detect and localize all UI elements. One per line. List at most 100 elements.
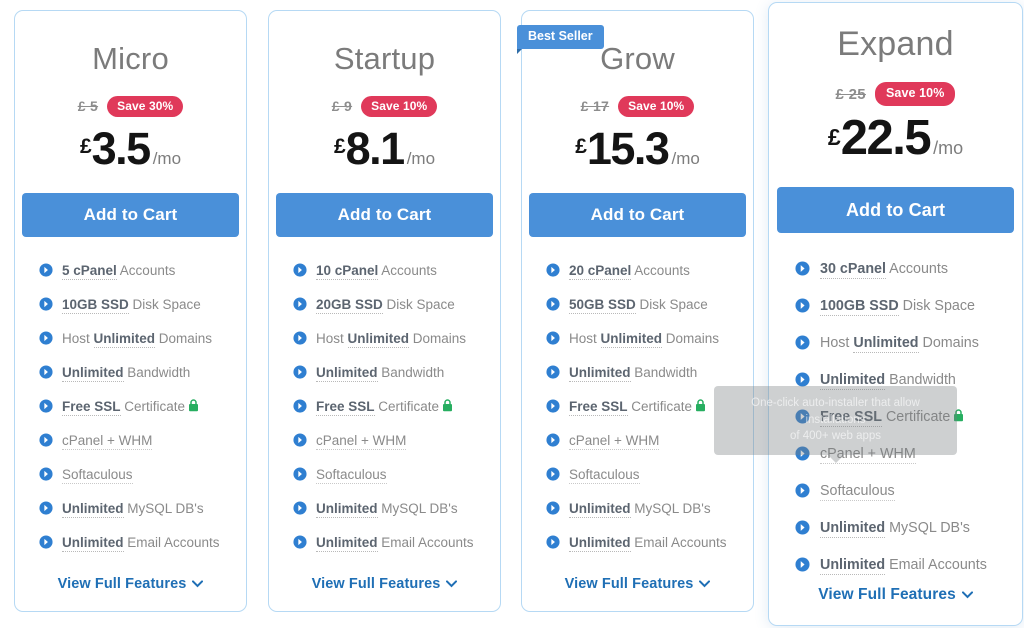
- feature-item: 30 cPanel Accounts: [795, 261, 1022, 280]
- price-discount-row: £ 25 Save 10%: [769, 82, 1022, 106]
- price-discount-row: £ 17 Save 10%: [522, 95, 753, 117]
- add-to-cart-button[interactable]: Add to Cart: [22, 193, 239, 237]
- feature-highlight: 30 cPanel: [820, 261, 886, 279]
- original-price: £ 25: [835, 85, 866, 103]
- arrow-circle-icon: [795, 372, 810, 391]
- plan-name: Startup: [333, 41, 436, 76]
- pricing-card-expand[interactable]: Expand £ 25 Save 10% £22.5/mo Add to Cart 30 …: [768, 2, 1023, 626]
- feature-suffix: Certificate: [374, 399, 440, 415]
- feature-prefix: Host: [62, 331, 94, 347]
- currency-symbol: £: [575, 135, 587, 158]
- feature-label: Softaculous: [569, 467, 640, 485]
- feature-item: Softaculous: [39, 467, 246, 485]
- feature-suffix: Accounts: [631, 263, 690, 278]
- arrow-circle-icon: [795, 298, 810, 317]
- save-badge: Save 10%: [618, 95, 695, 117]
- feature-item: Unlimited MySQL DB's: [795, 519, 1022, 539]
- current-price: £8.1/mo: [269, 126, 500, 171]
- feature-highlight: Unlimited: [569, 365, 631, 383]
- save-badge: Save 10%: [361, 95, 438, 117]
- save-badge: Save 10%: [874, 82, 956, 106]
- chevron-down-icon: [446, 577, 458, 591]
- arrow-circle-icon: [293, 501, 307, 519]
- arrow-circle-icon: [293, 297, 307, 315]
- padlock-icon: [953, 409, 964, 426]
- feature-label: Unlimited Email Accounts: [569, 535, 727, 553]
- feature-highlight: Unlimited: [569, 501, 631, 519]
- add-to-cart-button[interactable]: Add to Cart: [529, 193, 746, 237]
- feature-highlight: Free SSL: [316, 399, 375, 417]
- price-period: /mo: [406, 149, 436, 168]
- view-full-features-link[interactable]: View Full Features: [769, 586, 1022, 604]
- arrow-circle-icon: [795, 409, 810, 428]
- original-price: £ 9: [331, 98, 353, 114]
- arrow-circle-icon: [293, 433, 307, 451]
- feature-label: 30 cPanel Accounts: [820, 261, 948, 279]
- feature-highlight: Unlimited: [316, 365, 378, 383]
- feature-highlight: Free SSL: [62, 399, 121, 417]
- pricing-card-micro[interactable]: Micro £ 5 Save 30% £3.5/mo Add to Cart 5 cPan…: [14, 10, 247, 612]
- arrow-circle-icon: [293, 331, 307, 349]
- feature-highlight: Unlimited: [62, 501, 124, 519]
- feature-highlight: Unlimited: [569, 535, 631, 553]
- feature-highlight: Free SSL: [569, 399, 628, 417]
- feature-suffix: Accounts: [116, 263, 176, 278]
- feature-label: Unlimited Bandwidth: [62, 365, 190, 383]
- currency-symbol: £: [79, 135, 92, 158]
- feature-label: Free SSL Certificate: [820, 408, 964, 427]
- view-full-features-link[interactable]: View Full Features: [522, 576, 753, 592]
- add-to-cart-button[interactable]: Add to Cart: [777, 187, 1014, 233]
- feature-suffix: Accounts: [885, 261, 948, 277]
- feature-item: Unlimited Bandwidth: [39, 365, 246, 383]
- feature-suffix: Disk Space: [128, 297, 201, 313]
- feature-suffix: MySQL DB's: [885, 519, 970, 536]
- feature-text: cPanel + WHM: [316, 433, 407, 451]
- current-price: £15.3/mo: [522, 126, 753, 171]
- feature-label: 20 cPanel Accounts: [569, 263, 690, 280]
- feature-label: Unlimited MySQL DB's: [62, 501, 204, 519]
- plan-name: Expand: [837, 25, 954, 63]
- price-discount-row: £ 5 Save 30%: [15, 95, 246, 117]
- add-to-cart-button[interactable]: Add to Cart: [276, 193, 493, 237]
- feature-item: Unlimited Email Accounts: [293, 535, 500, 553]
- feature-item: Softaculous: [293, 467, 500, 485]
- price-amount: 3.5: [91, 123, 152, 174]
- feature-suffix: Certificate: [881, 408, 951, 425]
- padlock-icon: [695, 399, 706, 415]
- pricing-card-grow[interactable]: Best Seller Grow £ 17 Save 10% £15.3/mo Add t…: [517, 10, 754, 612]
- arrow-circle-icon: [39, 433, 53, 451]
- feature-highlight: Unlimited: [62, 535, 124, 553]
- feature-label: Softaculous: [316, 467, 387, 485]
- arrow-circle-icon: [546, 365, 560, 383]
- feature-suffix: Bandwidth: [630, 365, 698, 381]
- feature-item: Unlimited Email Accounts: [795, 556, 1022, 576]
- price-amount: 15.3: [586, 123, 670, 174]
- feature-highlight: 10 cPanel: [316, 263, 379, 280]
- feature-item: 5 cPanel Accounts: [39, 263, 246, 281]
- arrow-circle-icon: [795, 261, 810, 280]
- feature-highlight: 50GB SSD: [569, 297, 636, 315]
- feature-text: Softaculous: [569, 467, 640, 485]
- feature-highlight: Unlimited: [853, 334, 919, 353]
- price-discount-row: £ 9 Save 10%: [269, 95, 500, 117]
- currency-symbol: £: [333, 135, 346, 158]
- pricing-table: Micro £ 5 Save 30% £3.5/mo Add to Cart 5 cPan…: [0, 0, 1024, 628]
- feature-suffix: Certificate: [627, 399, 693, 415]
- feature-suffix: Disk Space: [635, 297, 708, 313]
- arrow-circle-icon: [795, 335, 810, 354]
- pricing-card-startup[interactable]: Startup £ 9 Save 10% £8.1/mo Add to Cart 10 c…: [268, 10, 501, 612]
- feature-list: 30 cPanel Accounts 100GB SSD Disk Space Ho…: [769, 261, 1022, 576]
- feature-item: Free SSL Certificate: [39, 399, 246, 417]
- feature-label: Unlimited Bandwidth: [316, 365, 444, 383]
- feature-suffix: MySQL DB's: [123, 501, 204, 517]
- feature-suffix: Disk Space: [898, 297, 975, 314]
- feature-item: Unlimited MySQL DB's: [39, 501, 246, 519]
- feature-suffix: Domains: [662, 331, 720, 347]
- feature-label: Host Unlimited Domains: [316, 331, 466, 349]
- arrow-circle-icon: [546, 467, 560, 485]
- view-full-features-link[interactable]: View Full Features: [269, 576, 500, 592]
- feature-label: 20GB SSD Disk Space: [316, 297, 455, 315]
- feature-suffix: Disk Space: [382, 297, 455, 313]
- feature-label: Softaculous: [62, 467, 133, 485]
- view-full-features-link[interactable]: View Full Features: [15, 576, 246, 592]
